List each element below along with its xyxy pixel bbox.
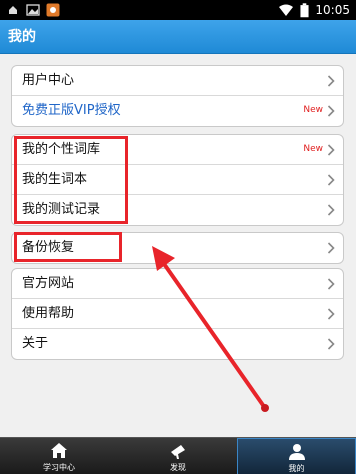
bottom-nav: 学习中心 发现 我的: [0, 437, 356, 474]
menu-item-label: 官方网站: [22, 276, 75, 291]
clock: 10:05: [315, 3, 350, 17]
menu-group-info: 官方网站 使用帮助 关于: [11, 268, 344, 360]
tab-label: 我的: [288, 464, 305, 473]
new-badge: New: [303, 105, 323, 115]
status-bar: 10:05: [0, 0, 356, 20]
notification-icon: [9, 6, 17, 14]
tab-label: 学习中心: [43, 463, 75, 472]
user-icon: [288, 444, 305, 460]
menu-item-label: 关于: [22, 336, 49, 351]
menu-item-official-website[interactable]: 官方网站: [12, 269, 343, 299]
annotation-box-vocabulary: [14, 136, 128, 224]
wifi-icon: [279, 4, 294, 16]
chevron-right-icon: [327, 338, 335, 350]
chevron-right-icon: [327, 308, 335, 320]
chevron-right-icon: [327, 242, 335, 254]
menu-group-account: 用户中心 免费正版VIP授权 New: [11, 65, 344, 127]
menu-item-user-center[interactable]: 用户中心: [12, 66, 343, 96]
menu-item-about[interactable]: 关于: [12, 329, 343, 359]
tab-discover[interactable]: 发现: [119, 438, 237, 474]
chevron-right-icon: [327, 278, 335, 290]
menu-item-vip-license[interactable]: 免费正版VIP授权 New: [12, 96, 343, 126]
battery-icon: [300, 2, 309, 17]
chevron-right-icon: [327, 144, 335, 156]
home-icon: [51, 443, 67, 458]
chevron-right-icon: [327, 75, 335, 87]
new-badge: New: [303, 144, 323, 154]
menu-item-label: 用户中心: [22, 73, 75, 88]
chevron-right-icon: [327, 105, 335, 117]
chevron-right-icon: [327, 204, 335, 216]
annotation-box-backup: [14, 232, 122, 262]
discover-icon: [171, 445, 185, 459]
chevron-right-icon: [327, 174, 335, 186]
menu-item-help[interactable]: 使用帮助: [12, 299, 343, 329]
menu-item-label: 使用帮助: [22, 306, 75, 321]
title-bar: 我的: [0, 20, 356, 54]
tab-study-center[interactable]: 学习中心: [0, 438, 118, 474]
image-icon: [26, 4, 40, 16]
menu-item-label: 免费正版VIP授权: [22, 103, 121, 118]
tab-label: 发现: [170, 463, 186, 472]
tab-mine[interactable]: 我的: [237, 438, 356, 474]
app-icon: [46, 3, 60, 17]
page-title: 我的: [8, 29, 36, 45]
